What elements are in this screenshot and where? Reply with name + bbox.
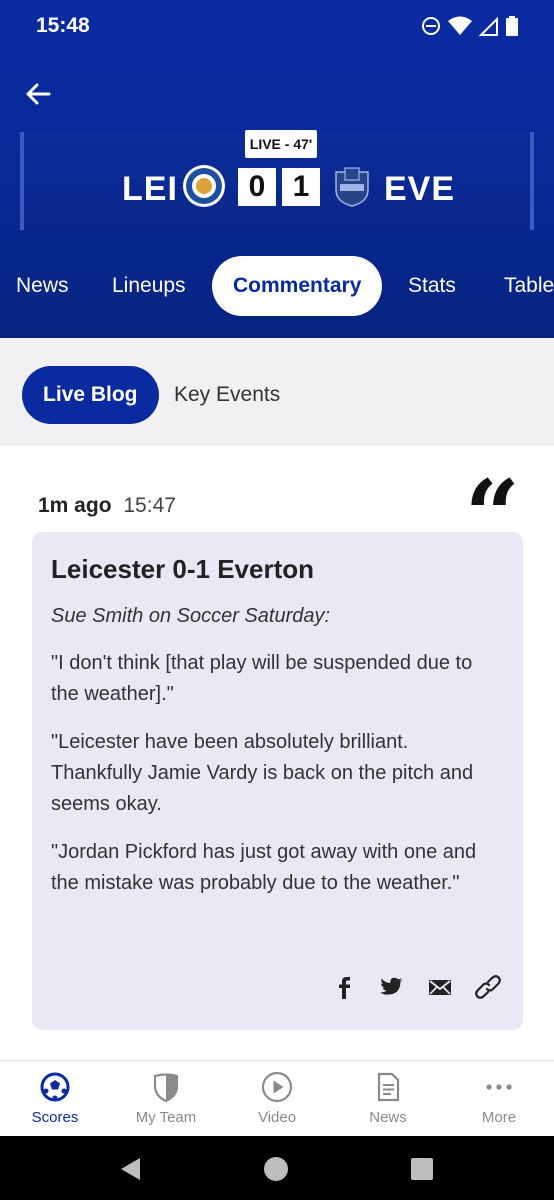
live-status-badge: LIVE - 47' (245, 130, 317, 158)
nav-label: Scores (31, 1109, 79, 1126)
nav-video[interactable]: Video (222, 1071, 332, 1126)
tab-lineups[interactable]: Lineups (112, 256, 186, 316)
tab-table[interactable]: Table (504, 256, 554, 316)
post-meta: 1m ago 15:47 (38, 494, 176, 518)
system-recents-icon[interactable] (410, 1157, 434, 1181)
nav-more[interactable]: More (444, 1071, 554, 1126)
play-icon (261, 1071, 293, 1103)
share-row (331, 974, 501, 1000)
match-header: LIVE - 47' LEI 0 1 EVE News Lineups Comm… (0, 56, 554, 338)
post-relative-time: 1m ago (38, 494, 112, 517)
shield-icon (153, 1073, 179, 1103)
system-home-icon[interactable] (263, 1156, 289, 1182)
system-navigation-bar (0, 1136, 554, 1200)
nav-news[interactable]: News (333, 1071, 443, 1126)
do-not-disturb-icon (422, 17, 440, 35)
post-attribution: Sue Smith on Soccer Saturday: (51, 605, 331, 627)
nav-scores[interactable]: Scores (0, 1071, 110, 1126)
nav-label: Video (257, 1109, 297, 1126)
away-score: 1 (282, 168, 320, 206)
live-blog-feed[interactable]: 1m ago 15:47 “ Leicester 0-1 Everton Sue… (0, 446, 554, 1060)
battery-icon (506, 16, 518, 36)
scoreboard: LIVE - 47' LEI 0 1 EVE (20, 130, 534, 230)
tab-stats[interactable]: Stats (408, 256, 456, 316)
status-icons (421, 16, 518, 36)
subtab-key-events[interactable]: Key Events (174, 366, 280, 424)
subtab-live-blog[interactable]: Live Blog (22, 366, 159, 424)
nav-label: News (369, 1109, 407, 1126)
email-icon[interactable] (427, 974, 453, 1000)
tab-commentary[interactable]: Commentary (212, 256, 383, 316)
signal-icon (479, 16, 498, 36)
home-team-code: LEI (122, 170, 178, 208)
twitter-icon[interactable] (379, 974, 405, 1000)
post-paragraph: "I don't think [that play will be suspen… (51, 652, 473, 705)
status-bar: 15:48 (0, 0, 554, 56)
nav-my-team[interactable]: My Team (111, 1071, 221, 1126)
facebook-icon[interactable] (331, 974, 357, 1000)
bottom-navigation: Scores My Team Video News More (0, 1060, 554, 1136)
document-icon (377, 1072, 400, 1102)
tab-news[interactable]: News (16, 256, 69, 316)
nav-label: More (481, 1109, 517, 1126)
link-icon[interactable] (475, 974, 501, 1000)
system-back-icon[interactable] (118, 1156, 144, 1182)
blog-post-card: Leicester 0-1 Everton Sue Smith on Socce… (32, 532, 523, 1030)
back-button[interactable] (22, 78, 54, 110)
home-score: 0 (238, 168, 276, 206)
post-title: Leicester 0-1 Everton (51, 554, 315, 584)
everton-crest-icon (335, 167, 369, 207)
wifi-icon (448, 16, 472, 35)
more-icon (486, 1084, 512, 1090)
away-team-code: EVE (384, 170, 456, 208)
back-arrow-icon (26, 83, 51, 105)
post-paragraph: "Leicester have been absolutely brillian… (51, 731, 474, 815)
status-time: 15:48 (36, 14, 90, 37)
football-icon (40, 1072, 70, 1102)
commentary-subtabs: Live Blog Key Events (0, 338, 554, 446)
nav-label: My Team (135, 1109, 197, 1126)
post-paragraph: "Jordan Pickford has just got away with … (51, 841, 477, 894)
post-time: 15:47 (123, 494, 176, 517)
match-tabs: News Lineups Commentary Stats Table (0, 256, 554, 318)
leicester-crest-icon (183, 165, 225, 207)
